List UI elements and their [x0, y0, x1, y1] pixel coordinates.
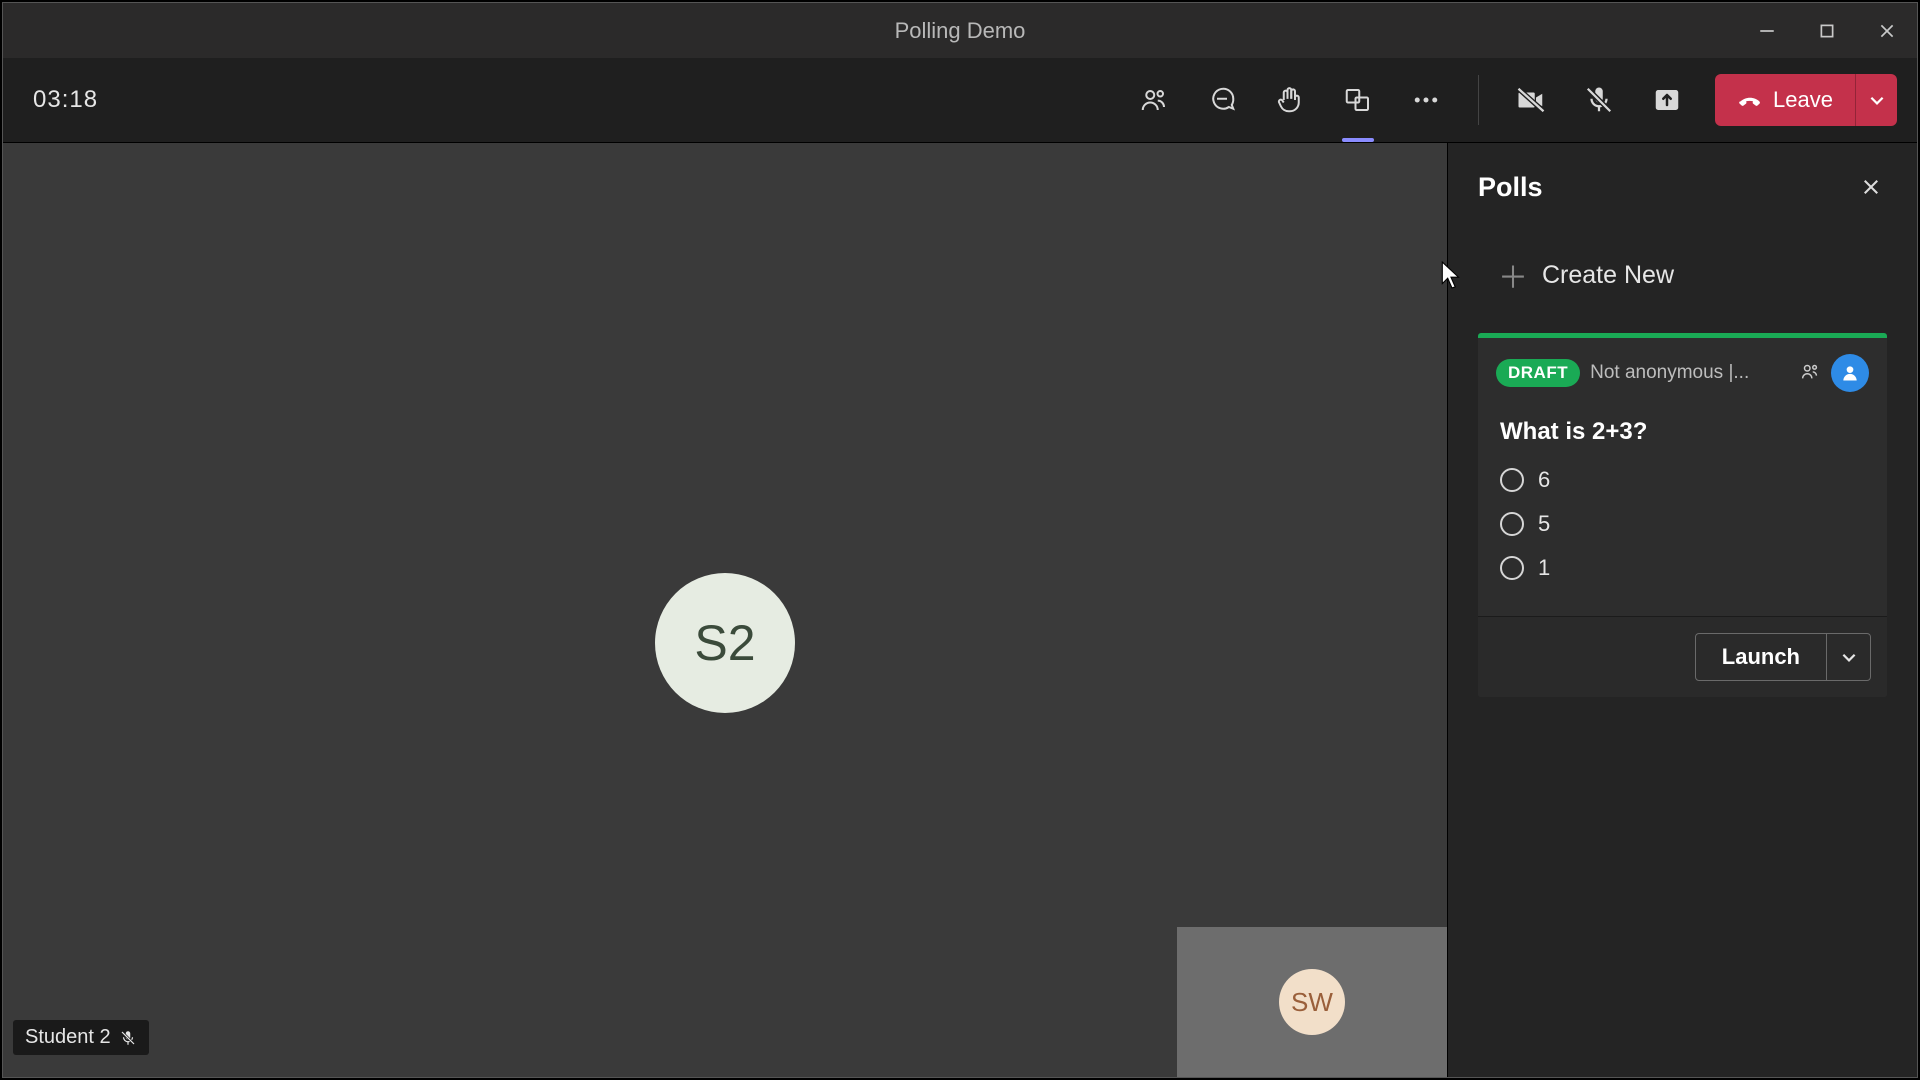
poll-card-header: DRAFT Not anonymous |... [1478, 338, 1887, 396]
breakout-rooms-icon [1343, 85, 1373, 115]
mic-muted-icon [119, 1029, 137, 1047]
radio-icon [1500, 512, 1524, 536]
mic-off-icon [1584, 85, 1614, 115]
participant-initials: S2 [694, 614, 755, 672]
participant-avatar: S2 [655, 573, 795, 713]
radio-icon [1500, 468, 1524, 492]
chat-icon [1207, 85, 1237, 115]
leave-options-button[interactable] [1855, 74, 1897, 126]
rooms-button[interactable] [1330, 72, 1386, 128]
poll-option[interactable]: 6 [1500, 458, 1865, 502]
maximize-icon [1818, 22, 1836, 40]
poll-footer: Launch [1478, 616, 1887, 697]
poll-options: 6 5 1 [1478, 458, 1887, 616]
poll-option-label: 5 [1538, 511, 1550, 537]
close-button[interactable] [1857, 3, 1917, 58]
leave-button-group: Leave [1715, 74, 1897, 126]
panel-body: ＋ Create New DRAFT Not anonymous |... [1448, 213, 1917, 737]
camera-off-icon [1516, 85, 1546, 115]
chat-button[interactable] [1194, 72, 1250, 128]
video-stage: S2 SW Student 2 [3, 143, 1447, 1077]
launch-label: Launch [1722, 644, 1800, 670]
leave-button[interactable]: Leave [1715, 74, 1855, 126]
share-tray-icon [1652, 85, 1682, 115]
people-small-icon [1799, 360, 1821, 382]
self-tile[interactable]: SW [1177, 927, 1447, 1077]
window-controls [1737, 3, 1917, 58]
app-window: Polling Demo 03:18 [2, 2, 1918, 1078]
participant-name: Student 2 [25, 1026, 111, 1049]
minimize-icon [1758, 22, 1776, 40]
ellipsis-icon [1411, 85, 1441, 115]
participant-name-chip: Student 2 [13, 1020, 149, 1055]
self-avatar: SW [1279, 969, 1345, 1035]
poll-meta-text: Not anonymous |... [1590, 362, 1789, 384]
main-area: S2 SW Student 2 Polls [3, 143, 1917, 1077]
hangup-icon [1737, 87, 1763, 113]
minimize-button[interactable] [1737, 3, 1797, 58]
polls-panel: Polls ＋ Create New DRAFT Not anonymous |… [1447, 143, 1917, 1077]
people-icon [1139, 85, 1169, 115]
status-badge: DRAFT [1496, 359, 1580, 387]
panel-title: Polls [1478, 172, 1543, 203]
leave-label: Leave [1773, 87, 1833, 113]
radio-icon [1500, 556, 1524, 580]
more-button[interactable] [1398, 72, 1454, 128]
toolbar-divider [1478, 75, 1479, 125]
person-icon [1840, 363, 1860, 383]
share-button[interactable] [1639, 72, 1695, 128]
audience-icon [1799, 360, 1821, 387]
plus-icon: ＋ [1498, 253, 1528, 297]
panel-header: Polls [1448, 143, 1917, 213]
poll-card: DRAFT Not anonymous |... What is 2+3? [1478, 333, 1887, 697]
mic-button[interactable] [1571, 72, 1627, 128]
raise-hand-icon [1275, 85, 1305, 115]
launch-button[interactable]: Launch [1696, 634, 1826, 680]
chevron-down-icon [1868, 91, 1886, 109]
create-new-button[interactable]: ＋ Create New [1498, 253, 1887, 297]
title-bar: Polling Demo [3, 3, 1917, 58]
panel-close-button[interactable] [1855, 171, 1887, 203]
camera-button[interactable] [1503, 72, 1559, 128]
chevron-down-icon [1840, 648, 1858, 666]
create-new-label: Create New [1542, 261, 1674, 290]
poll-option-label: 1 [1538, 555, 1550, 581]
participants-button[interactable] [1126, 72, 1182, 128]
poll-option-label: 6 [1538, 467, 1550, 493]
close-icon [1861, 177, 1881, 197]
maximize-button[interactable] [1797, 3, 1857, 58]
self-initials: SW [1291, 987, 1333, 1018]
poll-option[interactable]: 1 [1500, 546, 1865, 590]
meeting-toolbar: 03:18 [3, 58, 1917, 143]
call-timer: 03:18 [33, 86, 98, 114]
close-icon [1878, 22, 1896, 40]
launch-options-button[interactable] [1826, 634, 1870, 680]
reactions-button[interactable] [1262, 72, 1318, 128]
poll-question: What is 2+3? [1478, 396, 1887, 458]
window-title: Polling Demo [3, 18, 1917, 44]
poll-option[interactable]: 5 [1500, 502, 1865, 546]
poll-author-avatar[interactable] [1831, 354, 1869, 392]
launch-button-group: Launch [1695, 633, 1871, 681]
